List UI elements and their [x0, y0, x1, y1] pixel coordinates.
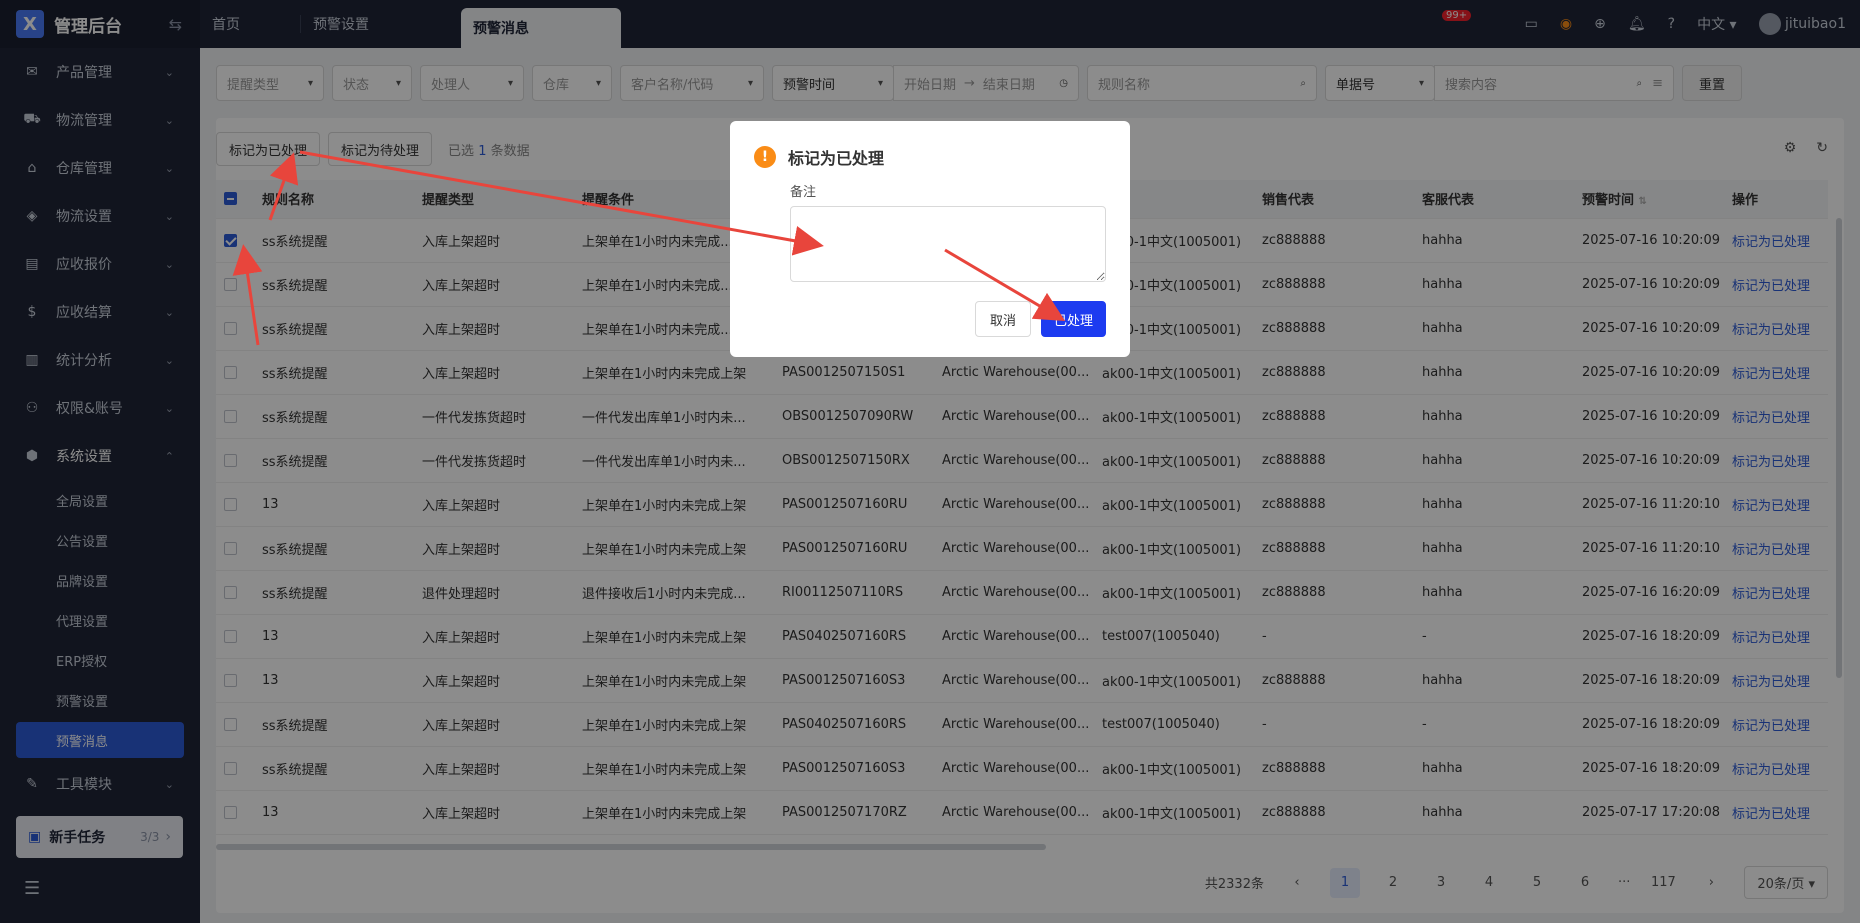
confirm-done-button[interactable]: 已处理	[1040, 301, 1106, 337]
dialog-title: 标记为已处理	[788, 149, 885, 168]
dialog-buttons: 取消 已处理	[974, 301, 1106, 337]
dialog-header: ! 标记为已处理	[754, 145, 1106, 169]
remark-label: 备注	[790, 185, 817, 200]
warning-icon: !	[754, 146, 776, 168]
remark-textarea[interactable]	[790, 206, 1106, 282]
cancel-button[interactable]: 取消	[974, 301, 1031, 337]
mark-done-dialog: ! 标记为已处理 备注 取消 已处理	[730, 121, 1130, 357]
